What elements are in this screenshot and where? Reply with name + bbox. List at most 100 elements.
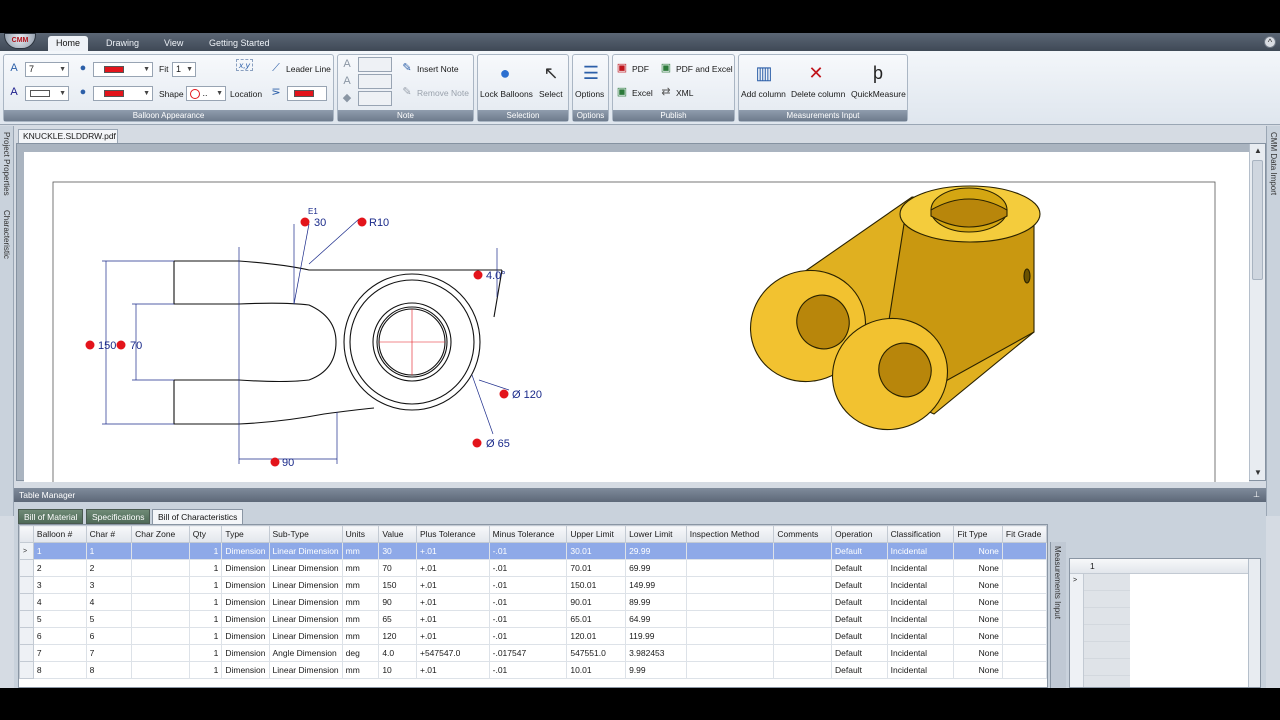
table-cell[interactable]: Default: [831, 661, 888, 679]
add-column-button[interactable]: Add column: [741, 89, 786, 99]
table-cell[interactable]: 7: [85, 644, 133, 662]
table-cell[interactable]: [131, 576, 190, 594]
table-cell[interactable]: [685, 610, 775, 628]
table-cell[interactable]: -.017547: [488, 644, 568, 662]
table-cell[interactable]: Linear Dimension: [268, 542, 343, 560]
table-cell[interactable]: [1001, 610, 1047, 628]
table-cell[interactable]: mm: [341, 559, 380, 577]
table-cell[interactable]: 119.99: [625, 627, 687, 645]
table-cell[interactable]: 10: [378, 661, 417, 679]
delete-column-button[interactable]: Delete column: [791, 89, 845, 99]
table-cell[interactable]: 90: [378, 593, 417, 611]
subtab-bill-of-characteristics[interactable]: Bill of Characteristics: [152, 509, 244, 524]
table-cell[interactable]: 1: [188, 644, 223, 662]
table-row[interactable]: 5 5 1 Dimension Linear Dimension mm 65 +.01 -.01…: [19, 610, 1047, 628]
measurements-column-cells[interactable]: [1084, 574, 1130, 687]
location-button[interactable]: Location: [230, 89, 262, 99]
table-cell[interactable]: -.01: [488, 627, 568, 645]
table-cell[interactable]: 4: [32, 593, 87, 611]
row-indicator[interactable]: [19, 627, 34, 645]
table-cell[interactable]: [1001, 644, 1047, 662]
table-cell[interactable]: 8: [85, 661, 133, 679]
table-cell[interactable]: Linear Dimension: [268, 661, 343, 679]
table-cell[interactable]: Incidental: [886, 661, 955, 679]
pdf-button[interactable]: PDF: [632, 64, 649, 74]
table-cell[interactable]: 2: [32, 559, 87, 577]
table-cell[interactable]: -.01: [488, 661, 568, 679]
table-cell[interactable]: Default: [831, 610, 888, 628]
table-cell[interactable]: Linear Dimension: [268, 559, 343, 577]
column-header[interactable]: Type: [221, 525, 270, 543]
row-indicator[interactable]: >: [19, 542, 34, 560]
row-indicator[interactable]: [19, 559, 34, 577]
subtab-specifications[interactable]: Specifications: [86, 509, 151, 524]
column-header[interactable]: Sub-Type: [268, 525, 343, 543]
table-row[interactable]: >1 1 1 Dimension Linear Dimension mm 30 +.01 -.0…: [19, 542, 1047, 560]
table-cell[interactable]: -.01: [488, 542, 568, 560]
subtab-bill-of-material[interactable]: Bill of Material: [18, 509, 84, 524]
table-cell[interactable]: Default: [831, 542, 888, 560]
column-header[interactable]: Value: [378, 525, 417, 543]
row-indicator[interactable]: [19, 661, 34, 679]
table-cell[interactable]: 9.99: [625, 661, 687, 679]
balloon-border-color-select[interactable]: ▼: [93, 86, 153, 101]
table-cell[interactable]: Incidental: [886, 593, 955, 611]
table-cell[interactable]: 120.01: [566, 627, 627, 645]
table-cell[interactable]: Dimension: [221, 627, 270, 645]
tab-view[interactable]: View: [156, 36, 191, 51]
cmm-data-import-tab[interactable]: CMM Data Import: [1269, 132, 1278, 195]
location-icon[interactable]: x,y: [236, 59, 253, 71]
table-cell[interactable]: None: [953, 661, 1003, 679]
table-cell[interactable]: 6: [85, 627, 133, 645]
table-cell[interactable]: +.01: [415, 542, 490, 560]
table-cell[interactable]: -.01: [488, 593, 568, 611]
table-cell[interactable]: Dimension: [221, 644, 270, 662]
table-cell[interactable]: mm: [341, 576, 380, 594]
scroll-up-icon[interactable]: ▲: [1250, 144, 1266, 158]
table-cell[interactable]: Linear Dimension: [268, 627, 343, 645]
table-cell[interactable]: [131, 627, 190, 645]
table-cell[interactable]: [685, 644, 775, 662]
table-cell[interactable]: None: [953, 610, 1003, 628]
note-font-size-select[interactable]: [358, 57, 392, 72]
table-cell[interactable]: -.01: [488, 559, 568, 577]
table-cell[interactable]: Linear Dimension: [268, 610, 343, 628]
table-cell[interactable]: [131, 593, 190, 611]
column-header[interactable]: Lower Limit: [625, 525, 687, 543]
table-cell[interactable]: Incidental: [886, 542, 955, 560]
table-cell[interactable]: 4: [85, 593, 133, 611]
measurement-column-1[interactable]: 1: [1090, 561, 1095, 571]
column-header[interactable]: Fit Grade: [1001, 525, 1047, 543]
table-cell[interactable]: [773, 627, 833, 645]
ribbon-help-icon[interactable]: ^: [1264, 36, 1276, 48]
leader-color-select[interactable]: [287, 86, 327, 101]
table-cell[interactable]: [1001, 661, 1047, 679]
lock-balloons-button[interactable]: Lock Balloons: [480, 89, 533, 99]
tab-home[interactable]: Home: [48, 36, 89, 51]
row-indicator[interactable]: [19, 576, 34, 594]
table-cell[interactable]: 30: [378, 542, 417, 560]
table-cell[interactable]: [1001, 593, 1047, 611]
column-header[interactable]: Plus Tolerance: [415, 525, 490, 543]
tab-getting-started[interactable]: Getting Started: [201, 36, 278, 51]
table-cell[interactable]: +.01: [415, 627, 490, 645]
table-cell[interactable]: None: [953, 542, 1003, 560]
table-cell[interactable]: [685, 661, 775, 679]
column-header[interactable]: Char #: [85, 525, 133, 543]
measurements-input-tab[interactable]: Measurements Input: [1053, 546, 1062, 619]
table-cell[interactable]: 1: [188, 627, 223, 645]
row-indicator[interactable]: [19, 644, 34, 662]
table-cell[interactable]: [773, 610, 833, 628]
table-cell[interactable]: 3.982453: [625, 644, 687, 662]
table-cell[interactable]: 1: [188, 593, 223, 611]
characteristic-tab[interactable]: Characteristic: [2, 210, 11, 259]
table-row[interactable]: 2 2 1 Dimension Linear Dimension mm 70 +.01 -.01…: [19, 559, 1047, 577]
table-cell[interactable]: 3: [32, 576, 87, 594]
table-cell[interactable]: [685, 627, 775, 645]
table-cell[interactable]: +.01: [415, 661, 490, 679]
document-vertical-scrollbar[interactable]: ▲ ▼: [1249, 144, 1265, 480]
quick-measure-button[interactable]: QuickMeasure: [851, 89, 906, 99]
table-cell[interactable]: mm: [341, 610, 380, 628]
note-fill-select[interactable]: [358, 91, 392, 106]
table-cell[interactable]: [773, 559, 833, 577]
